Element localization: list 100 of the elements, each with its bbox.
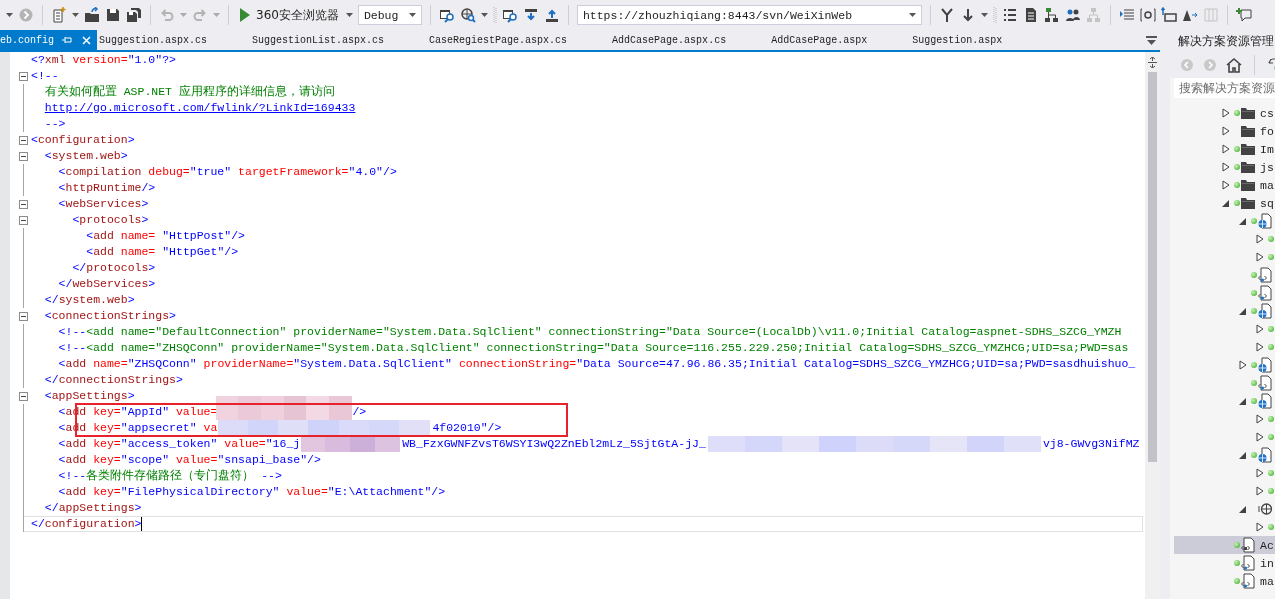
file-tab[interactable]: CaseRegiestPage.aspx.cs bbox=[429, 30, 613, 50]
start-button[interactable]: 360安全浏览器 bbox=[237, 6, 341, 24]
caret-icon[interactable] bbox=[6, 13, 13, 17]
tree-item[interactable]: cs bbox=[1174, 104, 1275, 122]
save-all-icon[interactable] bbox=[126, 7, 142, 23]
collapsed-arrow-icon[interactable] bbox=[1256, 486, 1264, 496]
collapsed-arrow-icon[interactable] bbox=[1256, 342, 1264, 352]
code-line: 有关如何配置 ASP.NET 应用程序的详细信息，请访问 bbox=[43, 84, 335, 100]
grip-handle[interactable] bbox=[492, 6, 497, 24]
collapsed-arrow-icon[interactable] bbox=[1222, 180, 1230, 190]
collapsed-arrow-icon[interactable] bbox=[1256, 432, 1264, 442]
caret-icon[interactable] bbox=[480, 13, 488, 17]
expanded-arrow-icon[interactable] bbox=[1239, 450, 1247, 460]
folder-icon bbox=[1240, 141, 1256, 157]
split-icon[interactable] bbox=[1148, 57, 1157, 68]
tree-item[interactable]: js bbox=[1174, 158, 1275, 176]
pin-icon[interactable] bbox=[62, 35, 72, 45]
collapsed-arrow-icon[interactable] bbox=[1256, 468, 1264, 478]
comment-icon[interactable] bbox=[1235, 7, 1252, 23]
caret-icon[interactable] bbox=[72, 13, 79, 17]
save-icon[interactable] bbox=[105, 7, 121, 23]
collapse-toggle[interactable] bbox=[19, 72, 28, 81]
code-line: 4f02010"/> bbox=[432, 420, 502, 436]
code-line: <add name= "HttpGet"/> bbox=[85, 244, 239, 260]
expanded-arrow-icon[interactable] bbox=[1239, 216, 1247, 226]
file-tab[interactable]: AddCasePage.aspx.cs bbox=[612, 30, 772, 50]
people-icon[interactable] bbox=[1064, 7, 1081, 23]
home-icon[interactable] bbox=[1226, 57, 1242, 73]
collapsed-arrow-icon[interactable] bbox=[1256, 414, 1264, 424]
tree-item[interactable]: sq bbox=[1174, 194, 1275, 212]
expanded-arrow-icon[interactable] bbox=[1239, 504, 1247, 514]
folder-icon bbox=[1240, 159, 1256, 175]
collapsed-arrow-icon[interactable] bbox=[1239, 360, 1247, 370]
upload-icon[interactable] bbox=[543, 7, 560, 23]
code-line: </protocols> bbox=[71, 260, 156, 276]
hierarchy-icon[interactable] bbox=[1043, 7, 1060, 23]
tree-item[interactable]: fo bbox=[1174, 122, 1275, 140]
code-line: <configuration> bbox=[31, 132, 135, 148]
grip-handle[interactable] bbox=[992, 6, 997, 24]
code-line: </configuration> bbox=[31, 516, 143, 532]
tree-item[interactable]: Ac bbox=[1174, 536, 1275, 554]
code-line: <protocols> bbox=[71, 212, 149, 228]
collapsed-arrow-icon[interactable] bbox=[1222, 126, 1230, 136]
caret-icon bbox=[908, 13, 916, 17]
collapsed-arrow-icon[interactable] bbox=[1256, 234, 1264, 244]
tab-list-icon[interactable] bbox=[1146, 36, 1157, 45]
vertical-scrollbar[interactable] bbox=[1145, 52, 1160, 599]
new-item-icon[interactable] bbox=[51, 7, 67, 23]
collapsed-arrow-icon[interactable] bbox=[1222, 162, 1230, 172]
collapse-toggle[interactable] bbox=[19, 312, 28, 321]
collapse-toggle[interactable] bbox=[19, 216, 28, 225]
tree-item[interactable]: Im bbox=[1174, 140, 1275, 158]
code-line: </appSettings> bbox=[43, 500, 142, 516]
configuration-dropdown[interactable]: Debug bbox=[357, 5, 422, 25]
caret-icon[interactable] bbox=[345, 13, 353, 17]
folder-icon bbox=[1240, 123, 1256, 139]
download-icon[interactable] bbox=[522, 7, 539, 23]
code-line: <system.web> bbox=[43, 148, 128, 164]
list-icon[interactable] bbox=[1001, 7, 1018, 23]
file-tab[interactable]: SuggestionList.aspx.cs bbox=[252, 30, 430, 50]
collapse-toggle[interactable] bbox=[19, 136, 28, 145]
url-dropdown[interactable]: https://zhouzhiqiang:8443/svn/WeiXinWeb bbox=[576, 5, 922, 25]
code-line: <add name="ZHSQConn" providerName="System.Data.SqlClient" connectionString="Data Source=47.96.86.35;Initial Catalog=SDHS_SZCG_YMZHCG;UID=sa;PWD=sasdhuishuo_ bbox=[57, 356, 1136, 372]
file-tab[interactable]: Suggestion.aspx.cs bbox=[99, 30, 253, 50]
arrow-box-icon[interactable] bbox=[1160, 7, 1177, 23]
collapse-toggle[interactable] bbox=[19, 200, 28, 209]
bracket-circle-icon[interactable] bbox=[1139, 7, 1156, 23]
link[interactable]: http://go.microsoft.com/fwlink/?LinkId=169433 bbox=[44, 101, 356, 114]
expanded-arrow-icon[interactable] bbox=[1239, 396, 1247, 406]
panel-title: 解决方案资源管理 bbox=[1170, 30, 1275, 52]
branch-icon[interactable] bbox=[938, 7, 955, 23]
tree-item[interactable]: ma bbox=[1174, 176, 1275, 194]
tree-item[interactable]: ma bbox=[1174, 572, 1275, 590]
expanded-arrow-icon[interactable] bbox=[1239, 306, 1247, 316]
file-tab[interactable]: eb.config bbox=[0, 30, 97, 50]
open-folder-icon[interactable] bbox=[84, 7, 100, 23]
code-line: <add name= "HttpPost"/> bbox=[85, 228, 245, 244]
globe-search-icon[interactable] bbox=[459, 7, 476, 23]
search-field[interactable]: 搜索解决方案资源 bbox=[1174, 78, 1275, 98]
code-line: /> bbox=[352, 404, 367, 420]
folder-icon bbox=[1240, 195, 1256, 211]
window-magnifier-icon[interactable] bbox=[501, 7, 518, 23]
code-line: <httpRuntime/> bbox=[57, 180, 156, 196]
code-line: <appSettings> bbox=[43, 388, 135, 404]
collapsed-arrow-icon[interactable] bbox=[1222, 108, 1230, 118]
code-line: WB_FzxGWNFZvsT6WSYI3wQ2ZnEbl2mLz_5SjtGtA-jJ_ bbox=[402, 436, 706, 452]
collapsed-arrow-icon[interactable] bbox=[1256, 324, 1264, 334]
close-icon[interactable] bbox=[82, 35, 91, 45]
collapsed-arrow-icon[interactable] bbox=[1256, 522, 1264, 532]
expanded-arrow-icon[interactable] bbox=[1222, 198, 1230, 208]
tree-item[interactable]: in bbox=[1174, 554, 1275, 572]
collapsed-arrow-icon[interactable] bbox=[1256, 252, 1264, 262]
code-line: </connectionStrings> bbox=[43, 372, 183, 388]
caret-icon[interactable] bbox=[980, 13, 988, 17]
collapsed-arrow-icon[interactable] bbox=[1222, 144, 1230, 154]
collapse-toggle[interactable] bbox=[19, 152, 28, 161]
file-tab[interactable]: Suggestion.aspx bbox=[912, 30, 1048, 50]
file-tab[interactable]: AddCasePage.aspx bbox=[771, 30, 913, 50]
window-magnifier-icon[interactable] bbox=[438, 7, 455, 23]
collapse-toggle[interactable] bbox=[19, 392, 28, 401]
